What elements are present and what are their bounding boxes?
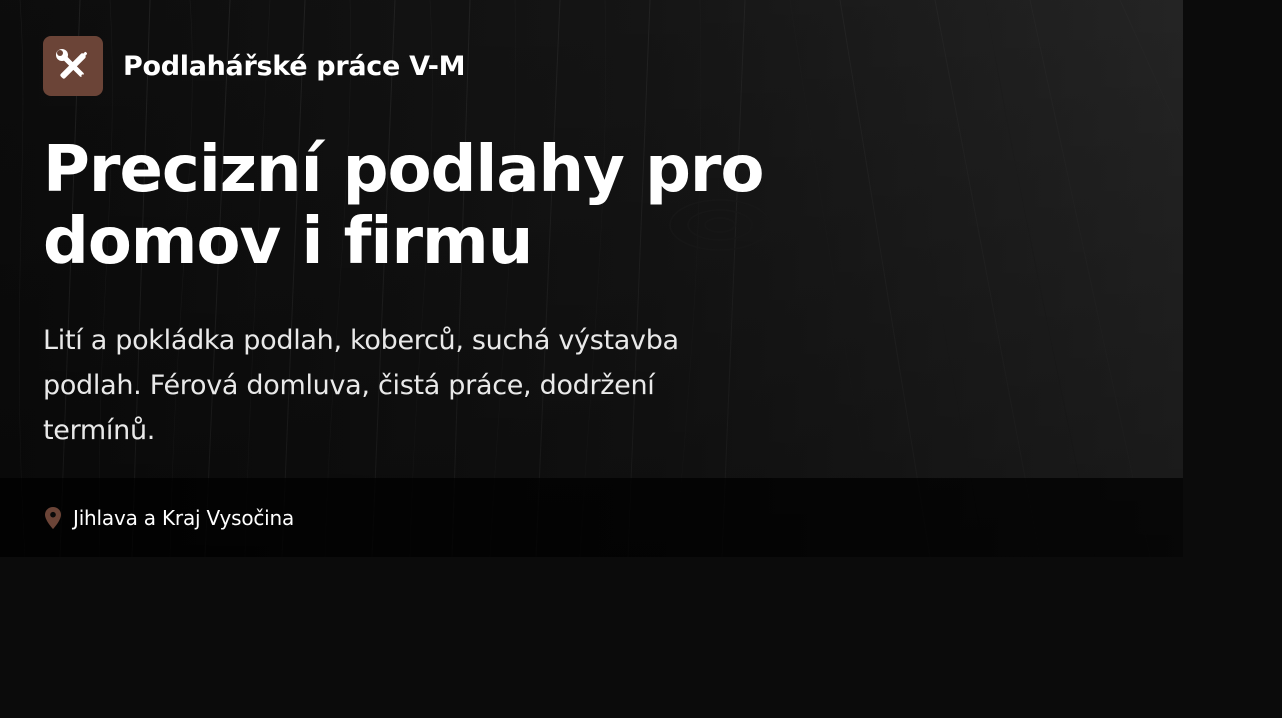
brand-header[interactable]: Podlahářské práce V-M (43, 36, 466, 96)
map-pin-icon (45, 506, 61, 529)
location-bar: Jihlava a Kraj Vysočina (0, 478, 1183, 557)
location-text: Jihlava a Kraj Vysočina (73, 505, 295, 530)
hero-subtitle: Lití a pokládka podlah, koberců, suchá v… (43, 325, 679, 446)
brand-name[interactable]: Podlahářské práce V-M (123, 51, 466, 82)
brand-logo (43, 36, 103, 96)
hero-title: Precizní podlahy pro domov i firmu (43, 133, 764, 279)
tools-icon (56, 49, 87, 79)
hero-section: Podlahářské práce V-M Precizní podlahy p… (0, 0, 1183, 557)
